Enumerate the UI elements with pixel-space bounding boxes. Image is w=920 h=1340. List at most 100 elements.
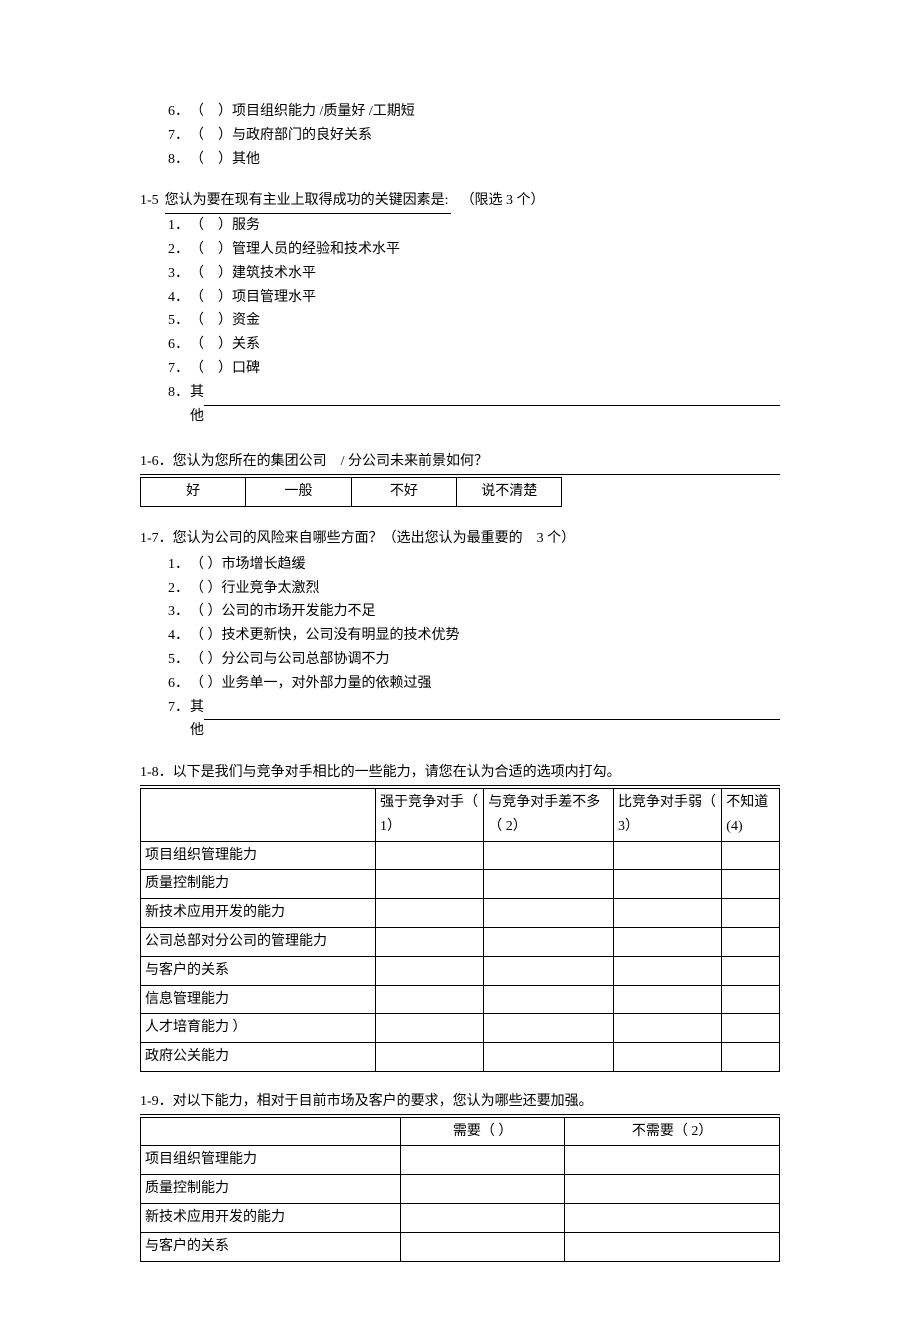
table-row: 项目组织管理能力 (141, 841, 780, 870)
question-1-7: 1-7．您认为公司的风险来自哪些方面？（选出您认为最重要的 3 个） 1．（ ）… (140, 527, 780, 743)
option-number: 5． (168, 309, 190, 333)
table-cell[interactable] (614, 1043, 722, 1072)
table-cell[interactable] (484, 870, 614, 899)
option-number: 3． (168, 600, 190, 624)
table-header: 强于竞争对手（ 1） (376, 788, 484, 841)
option-text: （ ）市场增长趋缓 (190, 553, 780, 577)
table-cell[interactable] (401, 1146, 565, 1175)
row-label: 政府公关能力 (141, 1043, 376, 1072)
question-prompt: 1-9．对以下能力，相对于目前市场及客户的要求，您认为哪些还要加强。 (140, 1090, 780, 1115)
table-cell[interactable] (376, 1014, 484, 1043)
table-cell[interactable] (401, 1204, 565, 1233)
row-label: 与客户的关系 (141, 956, 376, 985)
table-cell[interactable]: 一般 (246, 478, 351, 507)
row-label: 新技术应用开发的能力 (141, 899, 376, 928)
question-prompt: 1-6．您认为您所在的集团公司 / 分公司未来前景如何？ (140, 450, 780, 475)
question-1-6: 1-6．您认为您所在的集团公司 / 分公司未来前景如何？ 好 一般 不好 说不清… (140, 450, 780, 507)
table-cell[interactable] (722, 899, 780, 928)
table-row: 人才培育能力 ） (141, 1014, 780, 1043)
option-text: （ ）关系 (190, 333, 780, 357)
option-text: 其他 (190, 381, 204, 429)
table-cell[interactable] (614, 841, 722, 870)
option-number: 7． (168, 124, 190, 148)
table-cell[interactable] (722, 1014, 780, 1043)
table-cell[interactable] (722, 985, 780, 1014)
option-text: （ ）分公司与公司总部协调不力 (190, 648, 780, 672)
option-text: （ ）其他 (190, 148, 780, 172)
table-1-8: 强于竞争对手（ 1） 与竞争对手差不多（ 2） 比竞争对手弱（ 3） 不知道(4… (140, 788, 780, 1072)
table-cell[interactable] (614, 1014, 722, 1043)
option-item: 2．（ ）管理人员的经验和技术水平 (168, 238, 780, 262)
table-row: 与客户的关系 (141, 956, 780, 985)
table-cell[interactable] (614, 927, 722, 956)
table-cell[interactable]: 好 (141, 478, 246, 507)
table-cell[interactable] (722, 956, 780, 985)
question-1-5: 1-5 您认为要在现有主业上取得成功的关键因素是: （限选 3 个） 1．（ ）… (140, 189, 780, 428)
option-item: 6．（ ）业务单一，对外部力量的依赖过强 (168, 672, 780, 696)
option-text: （ ）行业竞争太激烈 (190, 577, 780, 601)
table-cell[interactable] (722, 927, 780, 956)
table-header: 与竞争对手差不多（ 2） (484, 788, 614, 841)
table-cell[interactable] (722, 1043, 780, 1072)
table-cell[interactable] (484, 899, 614, 928)
table-cell[interactable] (484, 927, 614, 956)
question-note: （限选 3 个） (461, 189, 545, 213)
question-prompt: 1-7．您认为公司的风险来自哪些方面？（选出您认为最重要的 3 个） (140, 527, 780, 551)
table-cell[interactable]: 说不清楚 (457, 478, 562, 507)
option-number: 8． (168, 148, 190, 172)
option-number: 8． (168, 381, 190, 405)
table-cell[interactable] (376, 985, 484, 1014)
option-item: 6．（ ）关系 (168, 333, 780, 357)
q15-options: 1．（ ）服务 2．（ ）管理人员的经验和技术水平 3．（ ）建筑技术水平 4．… (140, 214, 780, 428)
table-cell[interactable] (722, 870, 780, 899)
table-cell[interactable] (484, 956, 614, 985)
option-item: 4．（ ）项目管理水平 (168, 286, 780, 310)
table-cell[interactable] (614, 985, 722, 1014)
table-row: 新技术应用开发的能力 (141, 1204, 780, 1233)
table-header: 比竞争对手弱（ 3） (614, 788, 722, 841)
table-cell[interactable] (614, 899, 722, 928)
table-row: 好 一般 不好 说不清楚 (141, 478, 562, 507)
option-item: 5．（ ）资金 (168, 309, 780, 333)
table-cell[interactable] (722, 841, 780, 870)
table-cell[interactable] (484, 1014, 614, 1043)
table-cell[interactable] (614, 956, 722, 985)
option-text: 其他 (190, 696, 204, 744)
question-1-9: 1-9．对以下能力，相对于目前市场及客户的要求，您认为哪些还要加强。 需要（ ）… (140, 1090, 780, 1262)
table-cell[interactable] (376, 841, 484, 870)
table-cell[interactable] (614, 870, 722, 899)
table-cell[interactable] (565, 1175, 780, 1204)
table-cell[interactable] (376, 956, 484, 985)
table-cell[interactable] (565, 1146, 780, 1175)
option-number: 2． (168, 577, 190, 601)
table-cell[interactable] (401, 1175, 565, 1204)
option-item: 7．（ ）口碑 (168, 357, 780, 381)
option-text: （ ）管理人员的经验和技术水平 (190, 238, 780, 262)
question-number: 1-5 (140, 189, 159, 213)
table-cell[interactable] (376, 899, 484, 928)
table-cell[interactable] (376, 1043, 484, 1072)
other-fill-line[interactable] (204, 381, 780, 406)
option-number: 4． (168, 286, 190, 310)
option-item: 1．（ ）市场增长趋缓 (168, 553, 780, 577)
table-cell[interactable] (484, 841, 614, 870)
table-cell[interactable] (401, 1232, 565, 1261)
option-item: 6． （ ）项目组织能力 /质量好 /工期短 (168, 100, 780, 124)
table-row: 公司总部对分公司的管理能力 (141, 927, 780, 956)
table-cell[interactable] (376, 927, 484, 956)
other-fill-line[interactable] (204, 696, 780, 721)
option-number: 1． (168, 553, 190, 577)
table-cell[interactable] (484, 1043, 614, 1072)
question-prompt: 您认为要在现有主业上取得成功的关键因素是: (165, 189, 451, 214)
table-cell[interactable] (565, 1232, 780, 1261)
table-cell[interactable] (565, 1204, 780, 1233)
table-row: 质量控制能力 (141, 870, 780, 899)
table-cell[interactable]: 不好 (351, 478, 456, 507)
table-cell[interactable] (376, 870, 484, 899)
table-header (141, 788, 376, 841)
option-number: 6． (168, 672, 190, 696)
table-cell[interactable] (484, 985, 614, 1014)
row-label: 公司总部对分公司的管理能力 (141, 927, 376, 956)
row-label: 质量控制能力 (141, 1175, 401, 1204)
question-1-8: 1-8．以下是我们与竞争对手相比的一些能力，请您在认为合适的选项内打勾。 强于竞… (140, 761, 780, 1072)
